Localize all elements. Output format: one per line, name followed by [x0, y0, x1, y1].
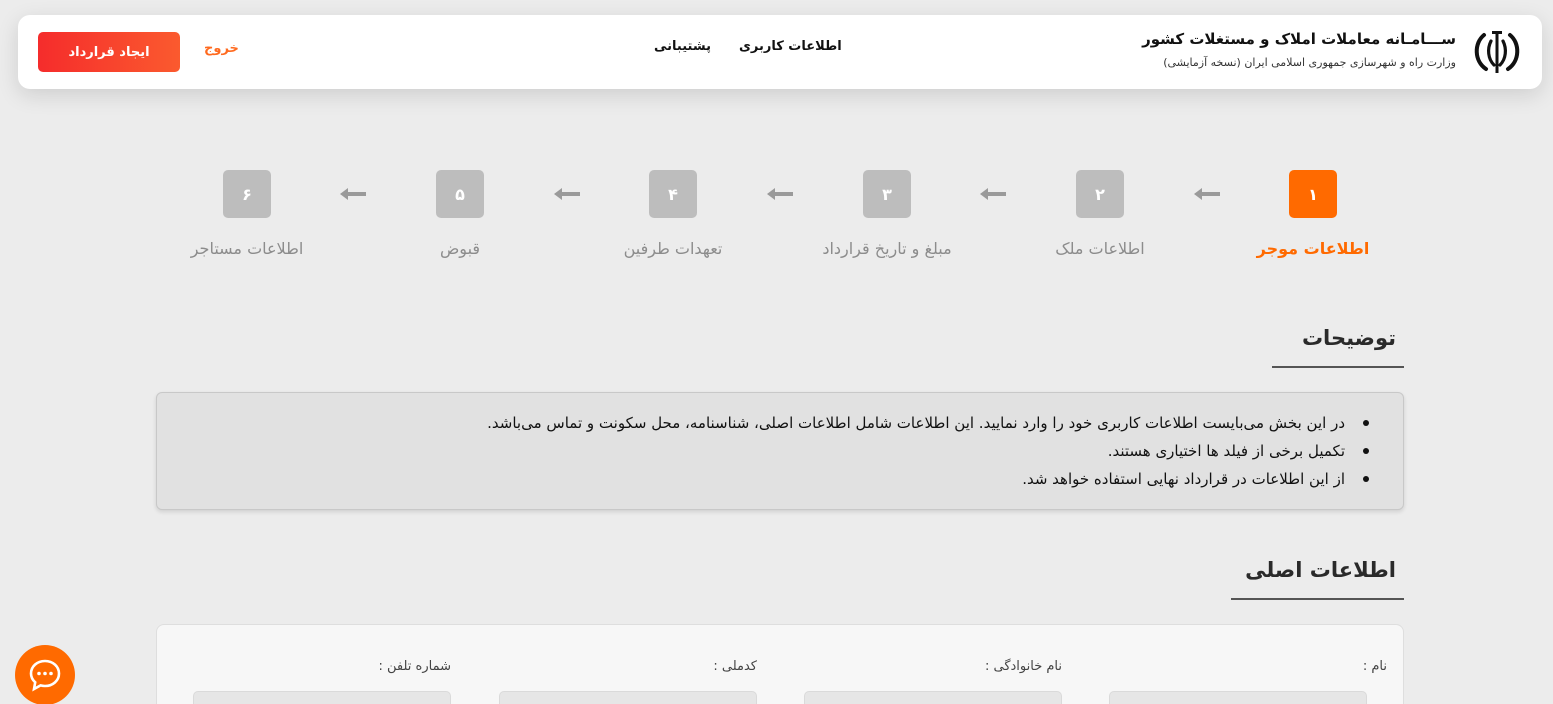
- brand-subtitle: وزارت راه و شهرسازی جمهوری اسلامی ایران …: [1163, 56, 1456, 69]
- first-name-input[interactable]: [1109, 691, 1367, 704]
- first-name-label: نام :: [1362, 659, 1387, 674]
- step-number: ۴: [649, 170, 697, 218]
- create-contract-button[interactable]: ایجاد قرارداد: [38, 32, 180, 72]
- step-number: ۱: [1289, 170, 1337, 218]
- nav-support-link[interactable]: پشتیبانی: [654, 39, 711, 54]
- arrow-left-icon: [980, 188, 1006, 200]
- exit-link[interactable]: خروج: [204, 41, 239, 56]
- arrow-left-icon: [554, 188, 580, 200]
- description-title: توضیحات: [1272, 326, 1404, 368]
- nav-user-info-link[interactable]: اطلاعات کاربری: [739, 39, 842, 54]
- step-property-info[interactable]: ۲ اطلاعات ملک: [1000, 170, 1200, 258]
- step-bills[interactable]: ۵ قبوض: [360, 170, 560, 258]
- phone-input[interactable]: [193, 691, 451, 704]
- arrow-left-icon: [340, 188, 366, 200]
- description-item: تکمیل برخی از فیلد ها اختیاری هستند.: [177, 437, 1375, 465]
- step-tenant-info[interactable]: ۶ اطلاعات مستاجر: [147, 170, 347, 258]
- description-item: در این بخش می‌بایست اطلاعات کاربری خود ر…: [177, 409, 1375, 437]
- brand-title: ســـامـانه معاملات املاک و مستغلات کشور: [1142, 30, 1456, 48]
- step-amount-date[interactable]: ۳ مبلغ و تاریخ قرارداد: [787, 170, 987, 258]
- step-number: ۶: [223, 170, 271, 218]
- arrow-left-icon: [1194, 188, 1220, 200]
- phone-label: شماره تلفن :: [378, 659, 452, 674]
- description-box: در این بخش می‌بایست اطلاعات کاربری خود ر…: [156, 392, 1404, 510]
- last-name-input[interactable]: [804, 691, 1062, 704]
- header-nav: پشتیبانی اطلاعات کاربری: [654, 39, 842, 54]
- arrow-left-icon: [767, 188, 793, 200]
- description-list: در این بخش می‌بایست اطلاعات کاربری خود ر…: [177, 409, 1375, 493]
- description-item: از این اطلاعات در قرارداد نهایی استفاده …: [177, 465, 1375, 493]
- step-number: ۳: [863, 170, 911, 218]
- step-label: قبوض: [439, 239, 481, 258]
- step-number: ۵: [436, 170, 484, 218]
- main-info-title: اطلاعات اصلی: [1231, 558, 1404, 600]
- national-code-input[interactable]: [499, 691, 757, 704]
- step-number: ۲: [1076, 170, 1124, 218]
- step-label: تعهدات طرفین: [623, 239, 723, 258]
- step-label: اطلاعات ملک: [1055, 239, 1145, 258]
- chat-bubble-icon: [29, 659, 61, 692]
- step-label: اطلاعات مستاجر: [190, 239, 304, 258]
- step-label: مبلغ و تاریخ قرارداد: [822, 239, 952, 258]
- iran-emblem-icon: [1474, 31, 1520, 73]
- top-header: ســـامـانه معاملات املاک و مستغلات کشور …: [18, 15, 1542, 89]
- national-code-label: کدملی :: [713, 659, 757, 674]
- brand: ســـامـانه معاملات املاک و مستغلات کشور …: [1142, 30, 1456, 69]
- step-landlord-info[interactable]: ۱ اطلاعات موجر: [1213, 170, 1413, 258]
- step-obligations[interactable]: ۴ تعهدات طرفین: [573, 170, 773, 258]
- last-name-label: نام خانوادگی :: [984, 659, 1062, 674]
- chat-button[interactable]: [15, 645, 75, 704]
- main-info-form: نام : نام خانوادگی : کدملی : شماره تلفن …: [156, 624, 1404, 704]
- step-label: اطلاعات موجر: [1256, 239, 1370, 258]
